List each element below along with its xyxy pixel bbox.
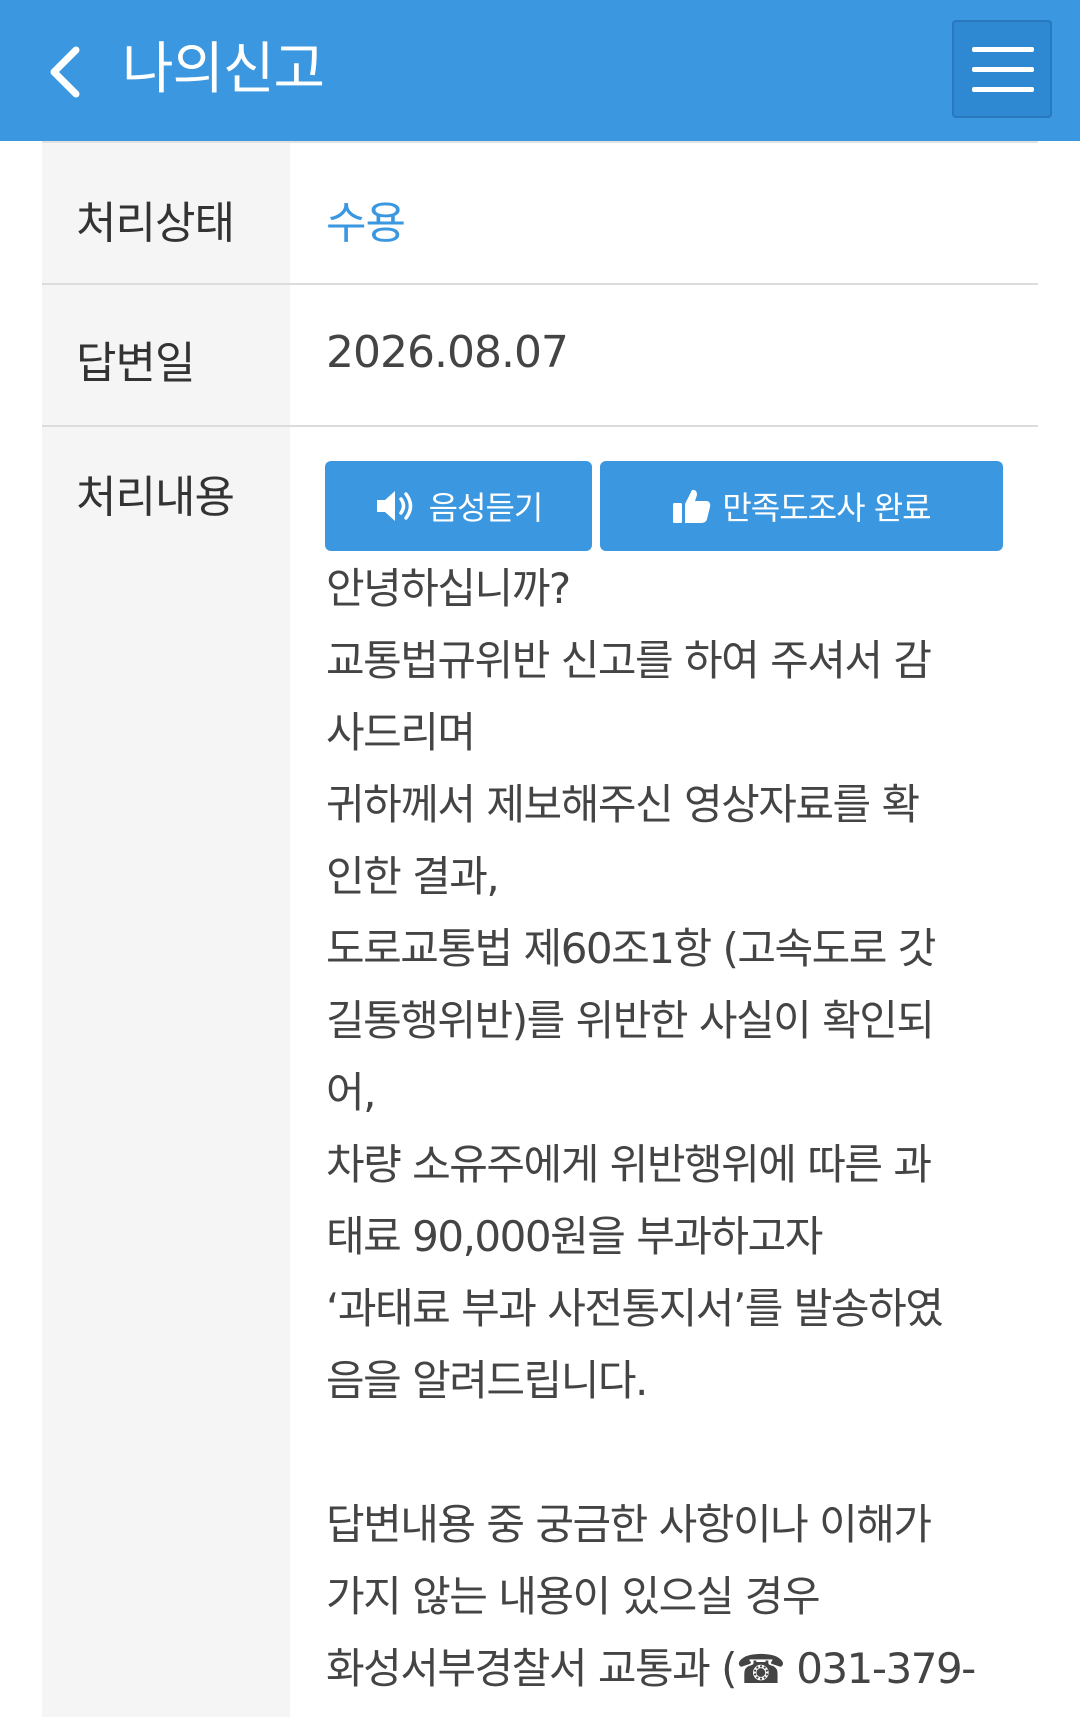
chevron-left-icon — [50, 46, 80, 98]
answer-date-value: 2026.08.07 — [326, 327, 569, 378]
answer-line: ‘과태료 부과 사전통지서’를 발송하였 — [326, 1284, 944, 1333]
hamburger-icon-line — [972, 87, 1034, 92]
answer-line — [326, 1417, 1026, 1489]
answer-line: 화성서부경찰서 교통과 (☎ 031-379- — [326, 1633, 1026, 1706]
answer-line: 도로교통법 제60조1항 (고속도로 갓 — [326, 924, 936, 973]
report-detail-table: 처리상태 수용 답변일 2026.08.07 처리내용 음성듣기 만족도조사 완… — [42, 141, 1038, 1717]
answer-line: 귀하께서 제보해주신 영상자료를 확 — [326, 780, 920, 829]
app-bar: 나의신고 — [0, 0, 1080, 141]
thumbs-up-icon — [672, 487, 712, 525]
page-title: 나의신고 — [122, 37, 325, 102]
status-row: 처리상태 수용 — [42, 143, 1038, 285]
status-value: 수용 — [326, 198, 406, 249]
listen-audio-label: 음성듣기 — [428, 489, 544, 527]
listen-audio-button[interactable]: 음성듣기 — [325, 461, 592, 551]
satisfaction-survey-button[interactable]: 만족도조사 완료 — [600, 461, 1003, 551]
answer-line: 가지 않는 내용이 있으실 경우 — [326, 1572, 821, 1621]
phone-icon: ☎ — [736, 1647, 786, 1693]
answer-text: 안녕하십니까? 교통법규위반 신고를 하여 주셔서 감 사드리며 귀하께서 제보… — [326, 553, 1026, 1706]
answer-date-row: 답변일 2026.08.07 — [42, 285, 1038, 427]
answer-line: 차량 소유주에게 위반행위에 따른 과 — [326, 1140, 932, 1189]
answer-line: 인한 결과, — [326, 852, 500, 901]
answer-line: 안녕하십니까? — [326, 564, 571, 613]
answer-line: 답변내용 중 궁금한 사항이나 이해가 — [326, 1500, 932, 1549]
speaker-icon — [375, 488, 419, 524]
back-button[interactable] — [38, 36, 98, 106]
answer-line: 음을 알려드립니다. — [326, 1356, 648, 1405]
hamburger-icon — [972, 47, 1034, 52]
menu-button[interactable] — [952, 20, 1052, 118]
hamburger-icon-line — [972, 67, 1034, 72]
answer-line: 어, — [326, 1068, 377, 1117]
phone-number[interactable]: 031-379- — [796, 1644, 976, 1693]
answer-line-text: 화성서부경찰서 교통과 ( — [326, 1644, 738, 1693]
answer-date-label: 답변일 — [76, 338, 195, 389]
answer-line: 사드리며 — [326, 708, 476, 757]
label-cell — [42, 427, 290, 1717]
satisfaction-survey-label: 만족도조사 완료 — [722, 489, 931, 527]
content-label: 처리내용 — [76, 472, 235, 523]
answer-line: 교통법규위반 신고를 하여 주셔서 감 — [326, 636, 932, 685]
answer-line: 태료 90,000원을 부과하고자 — [326, 1212, 823, 1261]
status-label: 처리상태 — [76, 198, 235, 249]
answer-line: 길통행위반)를 위반한 사실이 확인되 — [326, 996, 935, 1045]
